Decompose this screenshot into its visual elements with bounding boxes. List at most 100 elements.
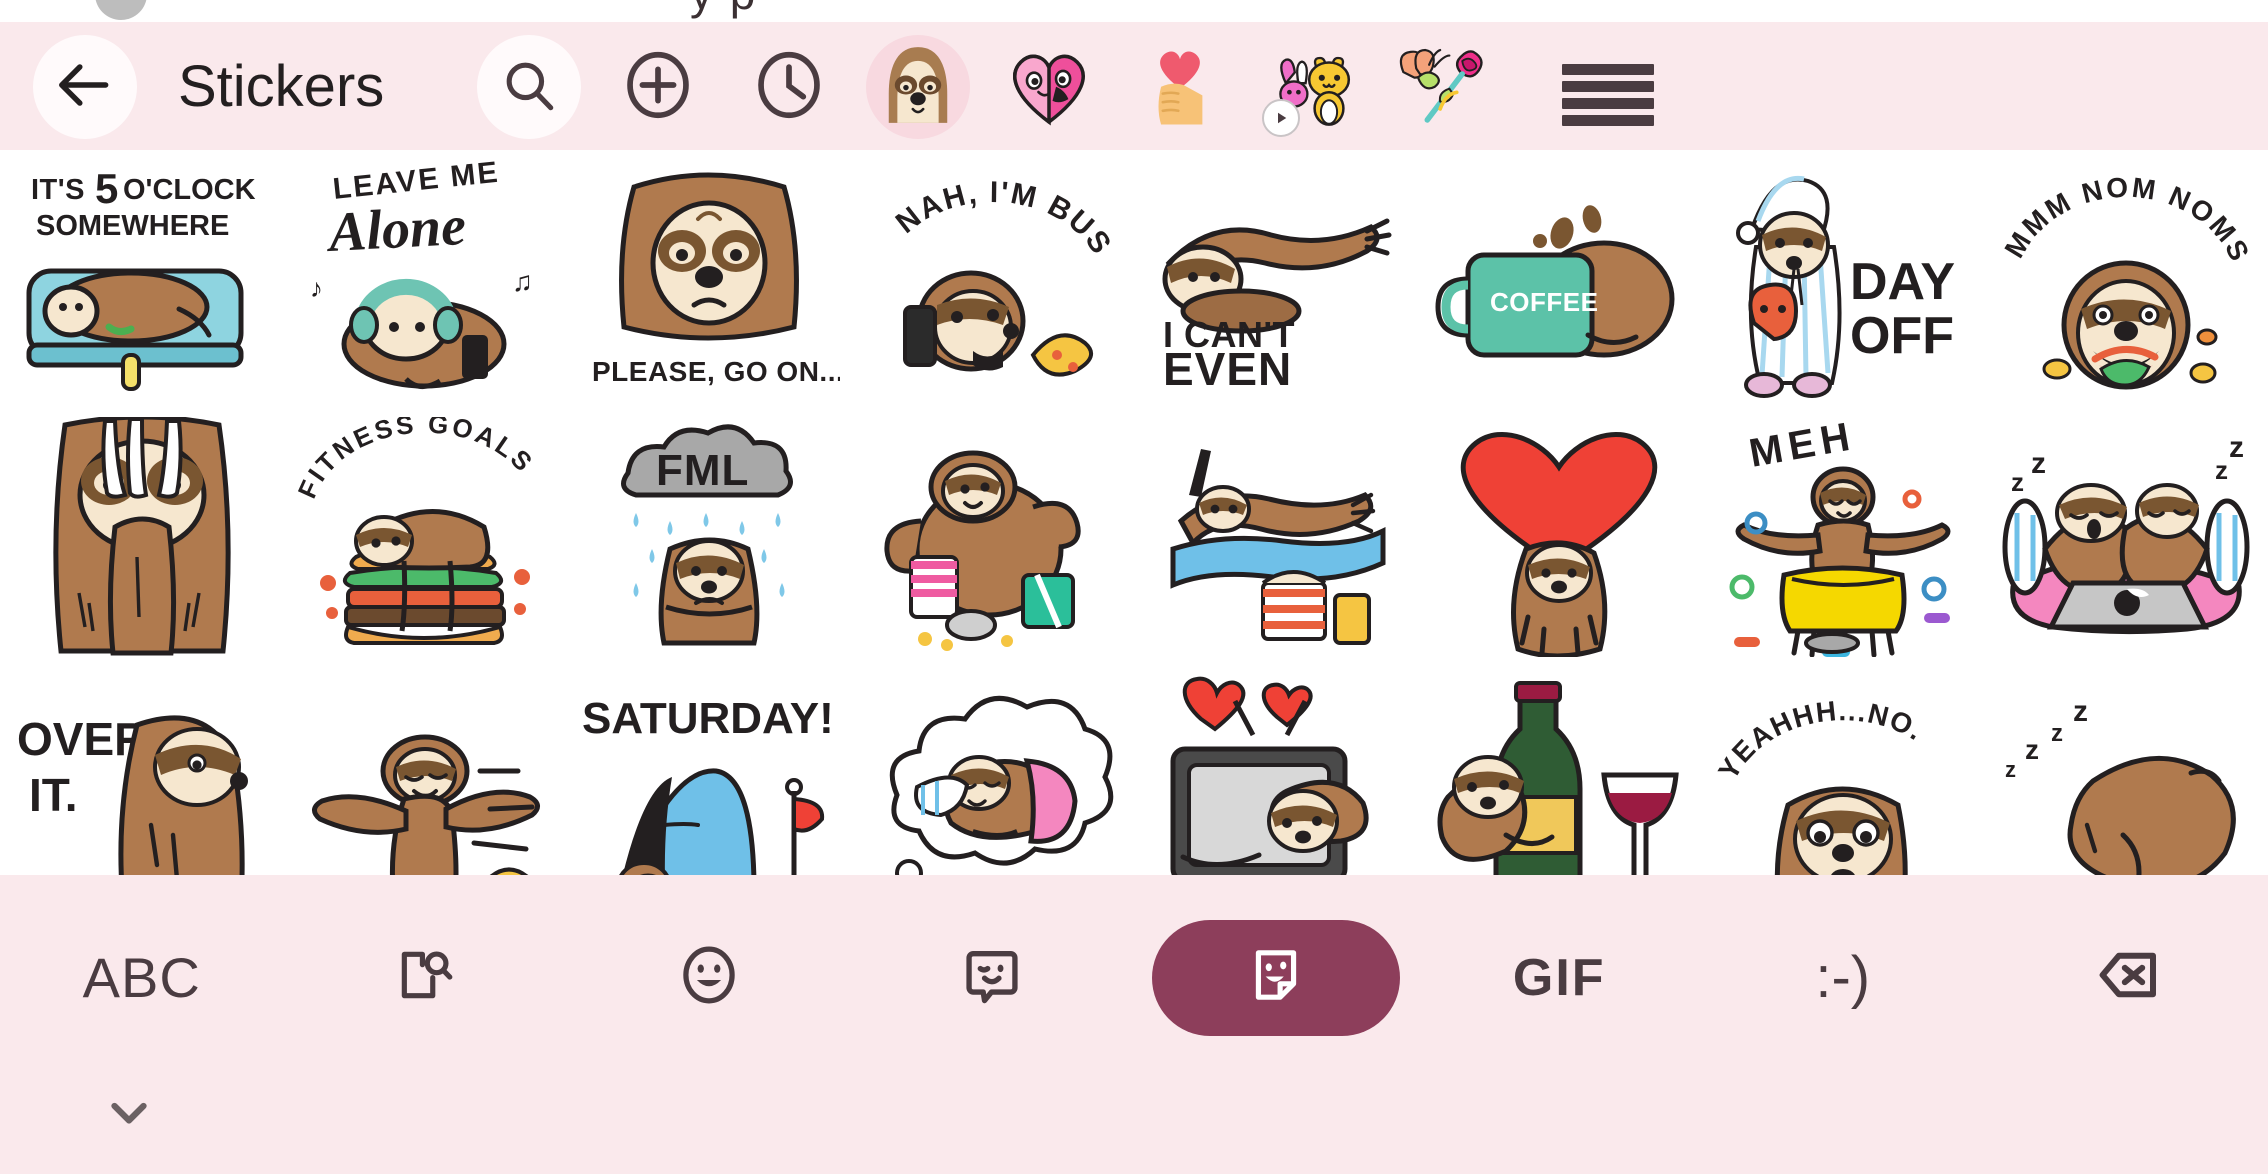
search-button[interactable]: [477, 35, 581, 139]
svg-text:O'CLOCK: O'CLOCK: [123, 174, 256, 206]
arrow-left-icon: [54, 54, 116, 121]
svg-text:FITNESS GOALS: FITNESS GOALS: [294, 417, 540, 503]
svg-text:z: z: [2005, 757, 2016, 782]
svg-text:z: z: [2229, 431, 2244, 464]
sticker-nah-im-busy[interactable]: NAH, I'M BUSY: [851, 150, 1135, 408]
svg-text:NAH, I'M BUSY: NAH, I'M BUSY: [861, 159, 1118, 261]
sticker-wine-hug[interactable]: [1418, 666, 1702, 875]
svg-text:z: z: [2215, 455, 2228, 485]
sticker-sleeping-zzz[interactable]: z z z z: [1985, 666, 2268, 875]
svg-text:SATURDAY!: SATURDAY!: [582, 694, 834, 743]
sticker-picker-screen: y p Stickers: [0, 0, 2268, 1174]
document-search-icon: [394, 944, 456, 1011]
recent-stickers-button[interactable]: [737, 35, 841, 139]
sidebar-item-butterfly-rose-pack[interactable]: [1390, 35, 1494, 139]
sloth-pack-icon: [875, 42, 961, 133]
emoticon-key[interactable]: :-): [1701, 875, 1985, 1080]
sticker-i-cant-even[interactable]: I CAN'T EVEN: [1134, 150, 1418, 408]
sticker-laptop-bed-zzz[interactable]: z z z z: [1985, 408, 2268, 666]
plus-circle-icon: [619, 46, 697, 129]
chevron-down-icon: [100, 1083, 158, 1146]
sidebar-item-yellow-cat-pack[interactable]: [1259, 35, 1363, 139]
sticker-meh-laundry[interactable]: MEH: [1701, 408, 1985, 666]
back-button[interactable]: [33, 35, 137, 139]
sticker-fml-rain-cloud[interactable]: FML: [567, 408, 851, 666]
sticker-fitness-goals[interactable]: FITNESS GOALS: [284, 408, 568, 666]
sticker-grid-container[interactable]: IT'S 5 O'CLOCK SOMEWHERE LEAVE ME Alone …: [0, 150, 2268, 875]
sticker-mmm-nom-noms[interactable]: MMM NOM NOMS: [1985, 150, 2268, 408]
svg-text:IT.: IT.: [29, 769, 78, 821]
sticker-snow-angel[interactable]: [284, 666, 568, 875]
clipboard-search-key[interactable]: [284, 875, 568, 1080]
svg-text:PLEASE, GO ON...: PLEASE, GO ON...: [592, 356, 840, 387]
avatar: [95, 0, 147, 20]
svg-text:Alone: Alone: [325, 195, 468, 264]
svg-text:z: z: [2073, 695, 2088, 728]
backspace-icon: [2090, 939, 2162, 1016]
search-icon: [500, 56, 558, 119]
sidebar-item-sloth-pack[interactable]: [866, 35, 970, 139]
svg-text:z: z: [2011, 467, 2024, 497]
sticker-saturday-tent[interactable]: SATURDAY!: [567, 666, 851, 875]
emoticon-key-label: :-): [1815, 945, 1871, 1010]
svg-text:DAY: DAY: [1850, 253, 1955, 311]
svg-text:♪: ♪: [310, 274, 323, 303]
sticker-over-it[interactable]: OVER IT.: [0, 666, 284, 875]
sidebar-item-love-heart-pack[interactable]: [997, 35, 1101, 139]
svg-text:z: z: [2031, 447, 2046, 480]
yellow-cat-pack-icon: [1262, 40, 1356, 137]
svg-text:FML: FML: [656, 446, 749, 495]
sticker-tv-hug-hearts[interactable]: [1134, 666, 1418, 875]
love-heart-pack-icon: [1005, 41, 1093, 134]
clock-icon: [750, 46, 828, 129]
sticker-caption: IT'S: [31, 174, 85, 206]
sticker-leave-me-alone[interactable]: LEAVE ME Alone ♪ ♫: [284, 150, 568, 408]
svg-text:YEAHHH...NO.: YEAHHH...NO.: [1712, 695, 1929, 785]
sticker-day-off[interactable]: DAY OFF: [1701, 150, 1985, 408]
emoji-key[interactable]: [567, 875, 851, 1080]
backspace-key[interactable]: [1985, 875, 2268, 1080]
svg-text:z: z: [2051, 720, 2063, 747]
sticker-grid: IT'S 5 O'CLOCK SOMEWHERE LEAVE ME Alone …: [0, 150, 2268, 875]
hamburger-menu-icon[interactable]: [1562, 64, 1654, 126]
gif-key[interactable]: GIF: [1418, 875, 1702, 1080]
keyboard-bottom-bar: ABC GIF:-): [0, 875, 2268, 1174]
sticker-header: Stickers: [0, 22, 2268, 150]
sticker-coffee-mug[interactable]: COFFEE: [1418, 150, 1702, 408]
page-title: Stickers: [178, 54, 385, 119]
previous-screen-remnant: y p: [0, 0, 2268, 22]
remnant-text: y p: [690, 0, 757, 20]
gif-key-label: GIF: [1512, 948, 1606, 1007]
svg-text:MMM NOM NOMS: MMM NOM NOMS: [1999, 172, 2257, 268]
avatar-bubble-icon: [960, 943, 1024, 1012]
sticker-claws-face[interactable]: [0, 408, 284, 666]
sticker-please-go-on[interactable]: PLEASE, GO ON...: [567, 150, 851, 408]
svg-text:COFFEE: COFFEE: [1490, 287, 1598, 317]
butterfly-rose-pack-icon: [1396, 39, 1488, 136]
sticker-key[interactable]: [1134, 875, 1418, 1080]
hand-heart-pack-icon: [1137, 42, 1223, 133]
collapse-keyboard-button[interactable]: [92, 1077, 166, 1151]
sticker-key-pill: [1151, 919, 1400, 1036]
sidebar-item-hand-heart-pack[interactable]: [1128, 35, 1232, 139]
avatar-key[interactable]: [851, 875, 1135, 1080]
sticker-flexing-snacks[interactable]: [851, 408, 1135, 666]
svg-text:SOMEWHERE: SOMEWHERE: [36, 210, 229, 242]
sticker-five-oclock-somewhere[interactable]: IT'S 5 O'CLOCK SOMEWHERE: [0, 150, 284, 408]
animated-play-badge-icon: [1262, 98, 1300, 137]
emoji-smiley-icon: [676, 942, 742, 1013]
svg-text:EVEN: EVEN: [1163, 343, 1292, 395]
abc-key-label: ABC: [82, 946, 201, 1009]
svg-text:z: z: [2025, 734, 2039, 765]
svg-text:♫: ♫: [512, 267, 533, 298]
sticker-dreaming-of-bed[interactable]: [851, 666, 1135, 875]
sticker-movie-recliner[interactable]: [1134, 408, 1418, 666]
sticker-heart-hug[interactable]: [1418, 408, 1702, 666]
keyboard-key-row: ABC GIF:-): [0, 875, 2268, 1080]
svg-text:5: 5: [95, 165, 118, 212]
sticker-yeahhh-no[interactable]: YEAHHH...NO.: [1701, 666, 1985, 875]
add-pack-button[interactable]: [606, 35, 710, 139]
svg-text:OFF: OFF: [1850, 307, 1954, 365]
abc-key[interactable]: ABC: [0, 875, 284, 1080]
sticker-icon: [1245, 944, 1307, 1011]
